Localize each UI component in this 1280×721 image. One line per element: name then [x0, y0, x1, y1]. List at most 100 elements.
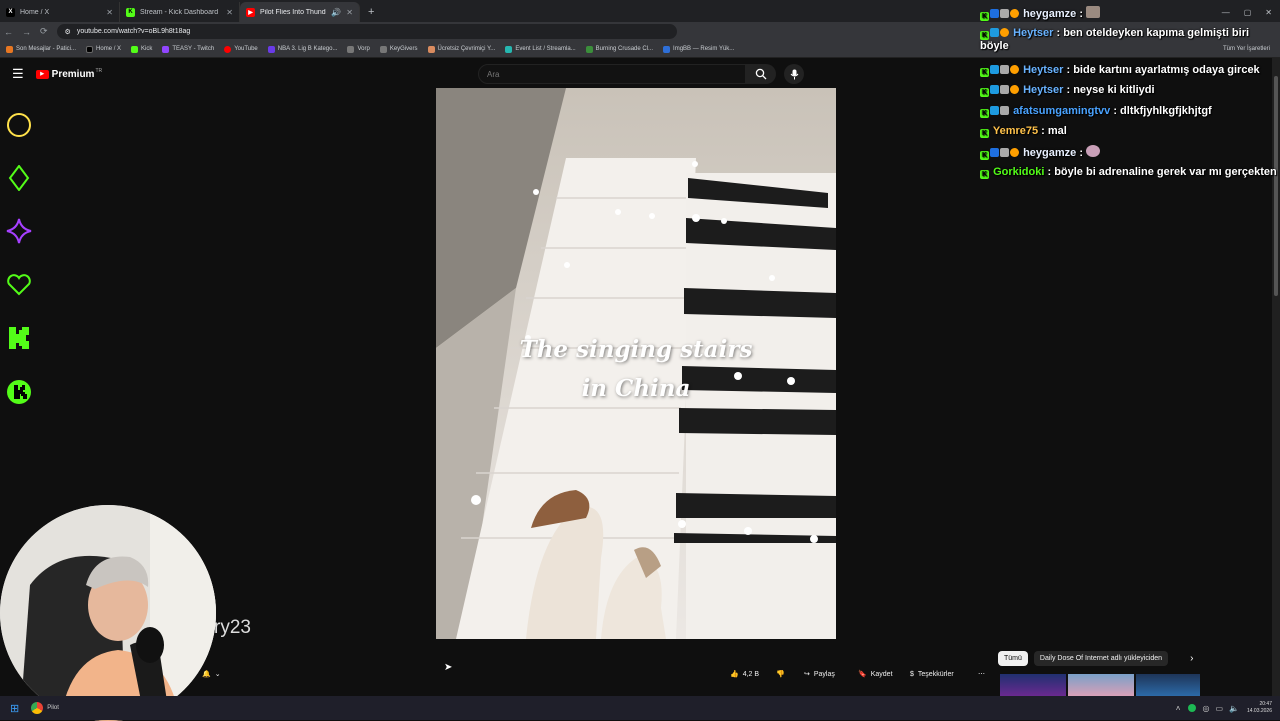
- taskbar-app-label[interactable]: Pilot: [47, 705, 59, 711]
- bookmark-item[interactable]: Son Mesajlar - Patici...: [6, 45, 76, 53]
- mouse-cursor-icon: ➤: [444, 662, 453, 673]
- chat-username[interactable]: Heytser: [1023, 64, 1063, 76]
- network-icon[interactable]: ▭: [1215, 704, 1223, 713]
- url-bar[interactable]: ⚙ youtube.com/watch?v=oBL9h8t18ag: [56, 24, 677, 39]
- tab-kick-dashboard[interactable]: K Stream - Kick Dashboard ✕: [120, 2, 240, 22]
- chrome-icon[interactable]: [31, 702, 44, 714]
- search-icon: [755, 68, 767, 80]
- tab-label: Home / X: [20, 8, 50, 16]
- dislike-button[interactable]: 👎: [770, 664, 791, 684]
- bookmark-item[interactable]: KeyGivers: [379, 45, 418, 53]
- microphone-icon: [790, 69, 798, 79]
- gift-badge-icon: [1000, 148, 1009, 157]
- share-icon: ↪: [804, 671, 810, 678]
- back-icon[interactable]: ←: [4, 27, 13, 37]
- close-tab-icon[interactable]: ✕: [226, 8, 233, 17]
- related-thumbnail[interactable]: [1136, 674, 1200, 696]
- youtube-logo[interactable]: ▶ Premium TR: [35, 68, 102, 80]
- tab-label: Stream - Kick Dashboard: [140, 8, 219, 16]
- bookmark-item[interactable]: YouTube: [224, 45, 258, 53]
- gift-badge-icon: [1000, 65, 1009, 74]
- chat-username[interactable]: Gorkidoki: [993, 166, 1044, 178]
- like-count: 4,2 B: [742, 670, 760, 678]
- save-button[interactable]: 🔖 Kaydet: [852, 664, 899, 684]
- bookmark-item[interactable]: Event List / Streamla...: [505, 45, 576, 53]
- forward-icon[interactable]: →: [22, 27, 31, 37]
- search-placeholder: Ara: [487, 69, 500, 79]
- x-icon: X: [6, 7, 15, 17]
- bookmark-item[interactable]: ImgBB — Resim Yük...: [663, 45, 734, 53]
- chevron-right-icon[interactable]: ›: [1190, 653, 1193, 664]
- chat-username[interactable]: Yemre75: [993, 125, 1038, 137]
- circle-icon: [6, 112, 32, 138]
- bookmark-item[interactable]: NBA 3. Lig B Katego...: [267, 45, 337, 53]
- heart-icon: [6, 272, 32, 298]
- site-info-icon[interactable]: ⚙: [65, 28, 71, 36]
- reload-icon[interactable]: ⟳: [40, 26, 48, 37]
- share-label: Paylaş: [813, 670, 835, 678]
- chat-username[interactable]: Heytser: [1023, 84, 1063, 96]
- bookmark-item[interactable]: Ücretsiz Çevrimiçi Y...: [427, 45, 495, 53]
- chip-all[interactable]: Tümü: [998, 651, 1028, 666]
- steam-icon[interactable]: ◎: [1202, 704, 1209, 713]
- kick-badge-icon: K: [980, 151, 989, 160]
- chat-username[interactable]: afatsumgamingtvv: [1013, 105, 1110, 117]
- sub-badge-icon: [990, 28, 999, 37]
- kick-logo-icon: [6, 325, 32, 351]
- emote-icon: [1086, 6, 1101, 18]
- chat-message: K Heytser : neyse ki kitliydi: [980, 84, 1155, 97]
- tab-youtube-video[interactable]: ▶ Pilot Flies Into Thunderstor 🔊 ✕: [240, 2, 360, 22]
- chat-message: K Gorkidoki : böyle bi adrenaline gerek …: [980, 166, 1277, 179]
- youtube-icon: ▶: [246, 7, 255, 17]
- new-tab-button[interactable]: +: [360, 2, 382, 22]
- spotify-icon[interactable]: [1188, 704, 1197, 712]
- tab-home-x[interactable]: X Home / X ✕: [0, 2, 120, 22]
- chip-uploader[interactable]: Daily Dose Of Internet adlı yükleyiciden: [1033, 651, 1169, 666]
- search-button[interactable]: [746, 64, 776, 84]
- emote-icon: [1086, 145, 1101, 157]
- related-thumbnail[interactable]: [1000, 674, 1066, 696]
- channel-name-partial[interactable]: ry23: [214, 617, 251, 639]
- play-logo-icon: ▶: [35, 69, 49, 79]
- chat-username[interactable]: heygamze: [1023, 147, 1076, 159]
- thanks-button[interactable]: $ Teşekkürler: [904, 664, 960, 684]
- sub-badge-icon: [990, 148, 999, 157]
- voice-search-button[interactable]: [784, 64, 804, 84]
- close-tab-icon[interactable]: ✕: [106, 8, 113, 17]
- chat-username[interactable]: Heytser: [1013, 27, 1053, 39]
- bookmark-item[interactable]: TEASY - Twitch: [162, 45, 214, 53]
- bookmark-item[interactable]: Kick: [131, 45, 152, 53]
- sub-badge-icon: [990, 65, 999, 74]
- volume-icon[interactable]: 🔈: [1229, 704, 1239, 713]
- bookmark-item[interactable]: Home / X: [86, 45, 121, 53]
- url-text: youtube.com/watch?v=oBL9h8t18ag: [76, 28, 191, 35]
- chat-username[interactable]: heygamze: [1023, 8, 1076, 20]
- bookmark-item[interactable]: Vorp: [347, 45, 370, 53]
- og-badge-icon: [1010, 148, 1019, 157]
- related-thumbnail[interactable]: [1068, 674, 1134, 696]
- clock[interactable]: 20:47 14.03.2026: [1247, 701, 1272, 715]
- search-input[interactable]: Ara: [478, 64, 746, 84]
- windows-start-icon[interactable]: ⊞: [10, 702, 19, 715]
- kick-badge-icon: K: [980, 170, 989, 179]
- bookmark-item[interactable]: Burning Crusade Cl...: [585, 45, 653, 53]
- like-button[interactable]: 👍 4,2 B: [724, 664, 765, 684]
- bookmark-icon: 🔖: [858, 671, 867, 678]
- bell-icon: 🔔: [202, 671, 211, 678]
- save-label: Kaydet: [870, 670, 893, 678]
- kick-round-icon: [6, 379, 32, 405]
- hamburger-menu-icon[interactable]: ☰: [12, 66, 24, 82]
- more-actions-button[interactable]: ⋯: [972, 664, 991, 684]
- og-badge-icon: [1000, 28, 1009, 37]
- windows-taskbar: ⊞ Pilot ˄ ◎ ▭ 🔈 20:47 14.03.2026: [0, 696, 1280, 720]
- webcam-overlay: [0, 505, 216, 721]
- thumbs-up-icon: 👍: [730, 671, 739, 678]
- chat-text: bide kartını ayarlatmış odaya gircek: [1073, 64, 1260, 76]
- close-tab-icon[interactable]: ✕: [346, 8, 353, 17]
- chat-message: K Heytser : bide kartını ayarlatmış oday…: [980, 64, 1260, 77]
- tray-chevron-icon[interactable]: ˄: [1176, 704, 1181, 713]
- speaker-icon[interactable]: 🔊: [331, 8, 341, 17]
- logo-text: Premium: [51, 68, 95, 80]
- share-button[interactable]: ↪ Paylaş: [798, 664, 841, 684]
- thanks-label: Teşekkürler: [917, 670, 954, 678]
